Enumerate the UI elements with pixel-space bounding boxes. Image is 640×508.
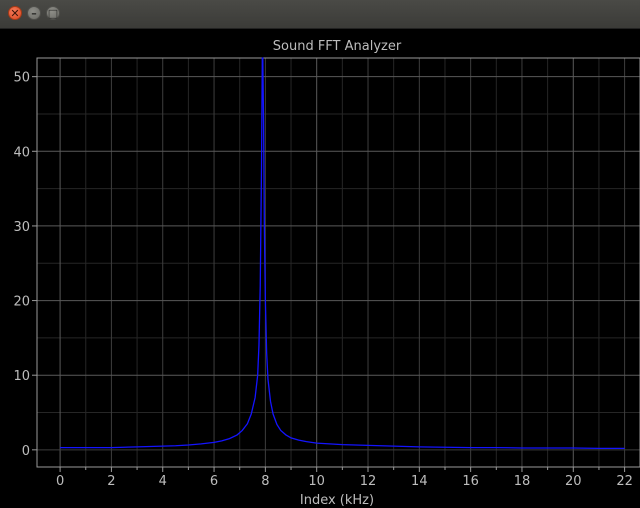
window-titlebar[interactable]: ✕ – □ [0,0,640,29]
close-icon: ✕ [10,7,20,20]
x-tick-label: 12 [360,474,377,489]
maximize-window-button[interactable]: □ [46,6,60,20]
y-tick-label: 50 [13,71,30,86]
x-tick-label: 0 [56,474,64,489]
y-tick-label: 40 [13,145,30,160]
y-tick-label: 30 [13,220,30,235]
y-tick-label: 20 [13,295,30,310]
x-tick-label: 6 [210,474,218,489]
chart-grid [37,58,640,467]
x-tick-label: 22 [616,474,633,489]
y-tick-label: 0 [22,444,30,459]
chart-ticks: 0 2 4 6 8 10 12 14 16 18 20 22 0 10 20 30 40 50 [13,71,632,489]
close-window-button[interactable]: ✕ [8,6,22,20]
x-tick-label: 20 [565,474,582,489]
plot-area-frame [36,57,640,468]
minimize-window-button[interactable]: – [27,6,41,20]
x-tick-label: 16 [462,474,479,489]
minimize-icon: – [31,7,37,20]
app-window: ✕ – □ Sound FFT Analyzer 0 2 4 6 8 10 12 14 16 18… [0,0,640,508]
chart-title: Sound FFT Analyzer [273,39,402,54]
maximize-icon: □ [47,7,59,20]
x-tick-label: 14 [411,474,428,489]
x-tick-label: 10 [308,474,325,489]
x-tick-label: 4 [159,474,167,489]
x-tick-label: 18 [514,474,531,489]
x-tick-label: 8 [261,474,269,489]
x-tick-label: 2 [107,474,115,489]
fft-chart: Sound FFT Analyzer 0 2 4 6 8 10 12 14 16 18 20 22 0 1… [13,39,640,508]
x-axis-label: Index (kHz) [300,493,374,508]
y-tick-label: 10 [13,369,30,384]
